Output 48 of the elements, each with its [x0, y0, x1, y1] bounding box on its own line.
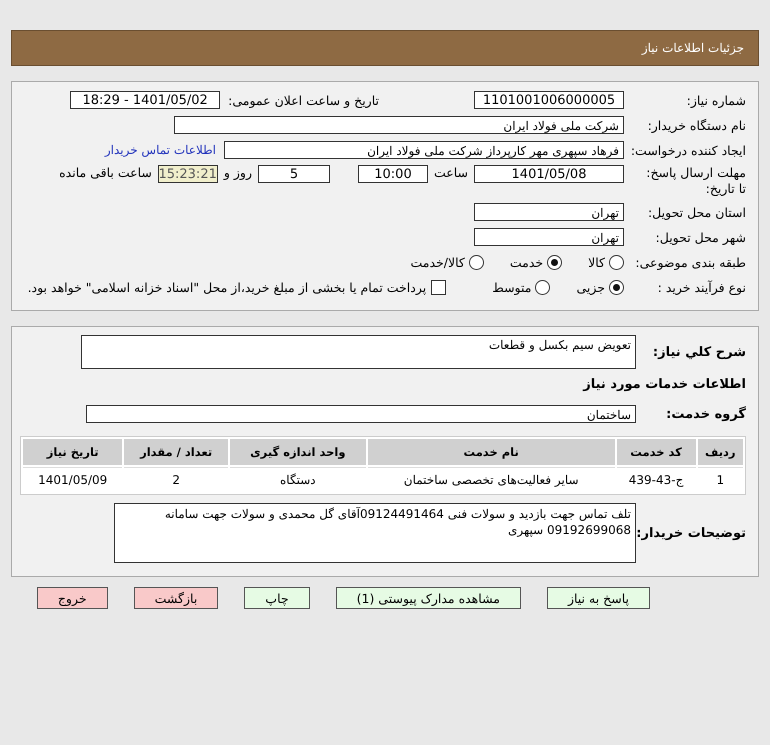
need-number-field: 1101001006000005	[474, 91, 624, 109]
days-field: 5	[258, 165, 330, 183]
process-radio[interactable]: جزیی	[576, 280, 624, 294]
summary-field: تعویض سیم بکسل و قطعات	[81, 335, 636, 369]
field-label: طبقه بندی موضوعی:	[634, 254, 746, 270]
action-button[interactable]: پاسخ به نیاز	[546, 587, 650, 609]
process-radio[interactable]: متوسط	[492, 280, 550, 294]
column-header: واحد اندازه گیری	[230, 439, 366, 465]
field-label: تاریخ و ساعت اعلان عمومی:	[228, 92, 379, 108]
field-label: ایجاد کننده درخواست:	[630, 142, 746, 158]
field-label: گروه خدمت:	[665, 406, 746, 422]
category-radio[interactable]: کالا/خدمت	[410, 254, 484, 270]
column-header: ردیف	[698, 439, 743, 465]
action-button[interactable]: خروج	[36, 587, 108, 609]
deadline-date-field: 1401/05/08	[474, 165, 624, 183]
field-label: توضیحات خریدار:	[636, 526, 746, 540]
field-label: نام دستگاه خریدار:	[646, 118, 746, 132]
remaining-time-field: 15:23:21	[158, 165, 218, 183]
field-label: شرح كلي نياز:	[652, 344, 746, 360]
action-button[interactable]: مشاهده مدارک پیوستی (1)	[336, 587, 521, 609]
deadline-time-field: 10:00	[358, 165, 428, 183]
action-button[interactable]: چاپ	[244, 587, 310, 609]
category-radio[interactable]: کالا	[588, 254, 624, 270]
action-button[interactable]: بازگشت	[134, 587, 218, 609]
announce-date-field: 1401/05/02 - 18:29	[70, 91, 220, 109]
time-label: ساعت	[434, 165, 468, 180]
field-label: مهلت ارسال پاسخ: تا تاریخ:	[645, 165, 746, 197]
column-header: کد خدمت	[616, 439, 696, 465]
field-label: نوع فرآیند خرید :	[656, 280, 746, 294]
buyer-notes-field: تلف تماس جهت بازدید و سولات فنی 09124491464آقای گل محمدی و سولات جهت سامانه 09192699068 سپهری	[114, 503, 636, 563]
remaining-label: ساعت باقی مانده	[59, 165, 152, 180]
category-radio[interactable]: خدمت	[510, 254, 562, 270]
field-label: استان محل تحویل:	[646, 204, 746, 220]
treasury-checkbox[interactable]: پرداخت تمام یا بخشی از مبلغ خرید،از محل "اسناد خزانه اسلامی" خواهد بود.	[28, 280, 446, 294]
header-title: جزئیات اطلاعات نیاز	[642, 41, 744, 55]
buyer-field: شرکت ملی فولاد ایران	[174, 116, 624, 134]
column-header: نام خدمت	[368, 439, 615, 465]
creator-field: فرهاد سپهری مهر کارپرداز شرکت ملی فولاد ایران	[224, 141, 624, 159]
buyer-contact-link[interactable]: اطلاعات تماس خریدار	[104, 143, 216, 157]
field-label: شماره نیاز:	[686, 92, 746, 108]
service-group-field: ساختمان	[86, 405, 636, 423]
column-header: تعداد / مقدار	[124, 439, 228, 465]
section-heading: اطلاعات خدمات مورد نیاز	[583, 376, 746, 392]
city-field: تهران	[474, 228, 624, 246]
column-header: تاریخ نیاز	[23, 439, 122, 465]
province-field: تهران	[474, 203, 624, 221]
field-label: شهر محل تحویل:	[654, 230, 746, 244]
days-label: روز و	[224, 165, 252, 180]
